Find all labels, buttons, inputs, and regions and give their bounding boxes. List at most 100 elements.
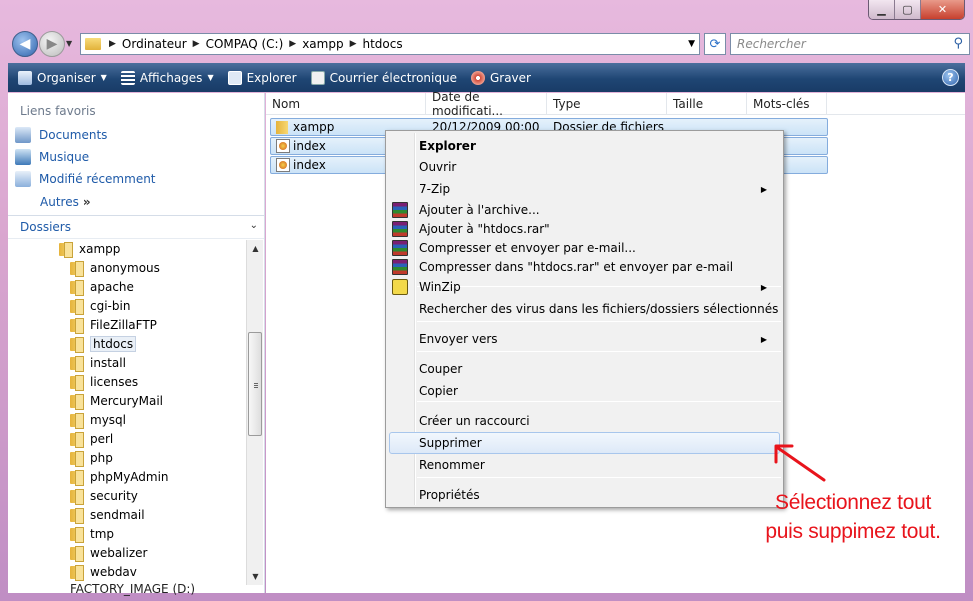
history-dropdown-icon[interactable]: ▼ [66,39,72,48]
tree-label: webalizer [90,546,148,560]
chevron-right-icon[interactable]: ▶ [193,39,200,49]
menu-item-rechercher-des-virus-dans-les-fichiers-dossiers-s-lectionn-s[interactable]: Rechercher des virus dans les fichiers/d… [419,299,779,319]
more-label: Autres [40,195,79,209]
menu-item-winzip[interactable]: WinZip ▶ [419,277,779,297]
menu-item-ajouter-l-archive[interactable]: Ajouter à l'archive... [419,200,779,220]
column-name[interactable]: Nom [266,93,426,115]
tree-item-perl[interactable]: perl [70,430,113,448]
burn-button[interactable]: Graver [470,63,531,92]
menu-item-compresser-dans-htdocs-rar-et-envoyer-par-e-mail[interactable]: Compresser dans "htdocs.rar" et envoyer … [419,257,779,277]
music-icon [15,149,31,165]
folders-header[interactable]: Dossiers ⌄ [8,215,264,239]
email-button[interactable]: Courrier électronique [310,63,457,92]
organize-icon [18,70,32,85]
search-input[interactable]: Rechercher ⚲ [730,33,970,55]
menu-item-propri-t-s[interactable]: Propriétés [419,485,779,505]
search-placeholder: Rechercher [737,37,806,51]
folder-icon [70,432,84,448]
chevron-down-icon[interactable]: ▼ [688,39,695,49]
html-file-icon [276,158,290,172]
folder-icon [70,451,84,467]
tree-item-mercurymail[interactable]: MercuryMail [70,392,163,410]
tree-item-drive-d[interactable]: FACTORY_IMAGE (D:) [70,582,195,596]
menu-item-compresser-et-envoyer-par-e-mail[interactable]: Compresser et envoyer par e-mail... [419,238,779,258]
disc-icon [470,70,485,85]
menu-item-envoyer-vers[interactable]: Envoyer vers ▶ [419,329,779,349]
menu-separator [417,321,781,322]
menu-item-label: Ouvrir [419,160,457,174]
menu-item-7-zip[interactable]: 7-Zip ▶ [419,179,779,199]
menu-item-supprimer[interactable]: Supprimer [419,433,779,453]
tree-item-xampp[interactable]: xampp [59,240,120,258]
menu-item-ajouter-htdocs-rar[interactable]: Ajouter à "htdocs.rar" [419,219,779,239]
menu-item-label: Renommer [419,458,485,472]
column-type[interactable]: Type [547,93,667,115]
annotation-arrow-icon [774,444,826,482]
tree-label: mysql [90,413,126,427]
help-icon[interactable]: ? [942,69,959,86]
tree-item-webdav[interactable]: webdav [70,563,137,581]
tree-scrollbar[interactable]: ▲ ▼ [246,240,263,585]
tree-item-filezillaftp[interactable]: FileZillaFTP [70,316,157,334]
organize-label: Organiser [37,70,96,85]
tree-item-tmp[interactable]: tmp [70,525,114,543]
tree-item-install[interactable]: install [70,354,126,372]
menu-item-cr-er-un-raccourci[interactable]: Créer un raccourci [419,411,779,431]
tree-item-htdocs[interactable]: htdocs [70,335,137,353]
more-favorites-link[interactable]: Autres» [40,195,91,209]
column-headers: Nom Date de modificati... Type Taille Mo… [266,90,965,118]
annotation-line-1: Sélectionnez tout [774,491,931,514]
breadcrumb-drive[interactable]: COMPAQ (C:) [206,37,284,51]
menu-item-copier[interactable]: Copier [419,381,779,401]
chevron-right-icon[interactable]: ▶ [289,39,296,49]
tree-item-sendmail[interactable]: sendmail [70,506,145,524]
refresh-button[interactable]: ⟳ [704,33,726,55]
tree-item-php[interactable]: php [70,449,113,467]
tree-item-cgi-bin[interactable]: cgi-bin [70,297,130,315]
column-tags[interactable]: Mots-clés [747,93,827,115]
menu-item-renommer[interactable]: Renommer [419,455,779,475]
tree-item-apache[interactable]: apache [70,278,134,296]
breadcrumb-htdocs[interactable]: htdocs [363,37,403,51]
back-button[interactable]: ◀ [12,31,38,57]
tree-item-webalizer[interactable]: webalizer [70,544,147,562]
column-size[interactable]: Taille [667,93,747,115]
scroll-down-icon[interactable]: ▼ [247,568,264,585]
favorite-documents[interactable]: Documents [15,127,107,143]
tree-label: security [90,489,138,503]
scroll-up-icon[interactable]: ▲ [247,240,264,257]
chevron-right-icon[interactable]: ▶ [350,39,357,49]
tree-item-security[interactable]: security [70,487,138,505]
menu-item-ouvrir[interactable]: Ouvrir [419,157,779,177]
explore-button[interactable]: Explorer [227,63,297,92]
menu-item-label: Envoyer vers [419,332,498,346]
tree-item-phpmyadmin[interactable]: phpMyAdmin [70,468,169,486]
favorite-music[interactable]: Musique [15,149,89,165]
column-date[interactable]: Date de modificati... [426,90,547,118]
breadcrumb-computer[interactable]: Ordinateur [122,37,187,51]
tree-item-licenses[interactable]: licenses [70,373,138,391]
minimize-button[interactable]: ▁ [869,0,895,19]
breadcrumb-xampp[interactable]: xampp [302,37,343,51]
tree-item-anonymous[interactable]: anonymous [70,259,160,277]
menu-item-explorer[interactable]: Explorer [419,136,779,156]
address-bar[interactable]: ▶ Ordinateur ▶ COMPAQ (C:) ▶ xampp ▶ htd… [80,33,700,55]
forward-button[interactable]: ▶ [39,31,65,57]
explore-label: Explorer [246,70,297,85]
favorite-recent[interactable]: Modifié récemment [15,171,156,187]
search-icon[interactable]: ⚲ [953,36,963,51]
folder-icon [70,470,84,486]
menu-item-label: Propriétés [419,488,480,502]
scrollbar-thumb[interactable] [248,332,262,436]
views-button[interactable]: Affichages ▼ [120,63,214,92]
views-icon [120,70,135,85]
organize-button[interactable]: Organiser ▼ [18,63,107,92]
chevron-right-icon[interactable]: ▶ [109,39,116,49]
chevron-down-icon[interactable]: ⌄ [250,220,258,231]
menu-item-couper[interactable]: Couper [419,359,779,379]
maximize-button[interactable]: ▢ [895,0,921,19]
menu-item-label: 7-Zip [419,182,451,196]
folder-icon [70,318,84,334]
close-button[interactable]: ✕ [921,0,964,19]
tree-item-mysql[interactable]: mysql [70,411,126,429]
